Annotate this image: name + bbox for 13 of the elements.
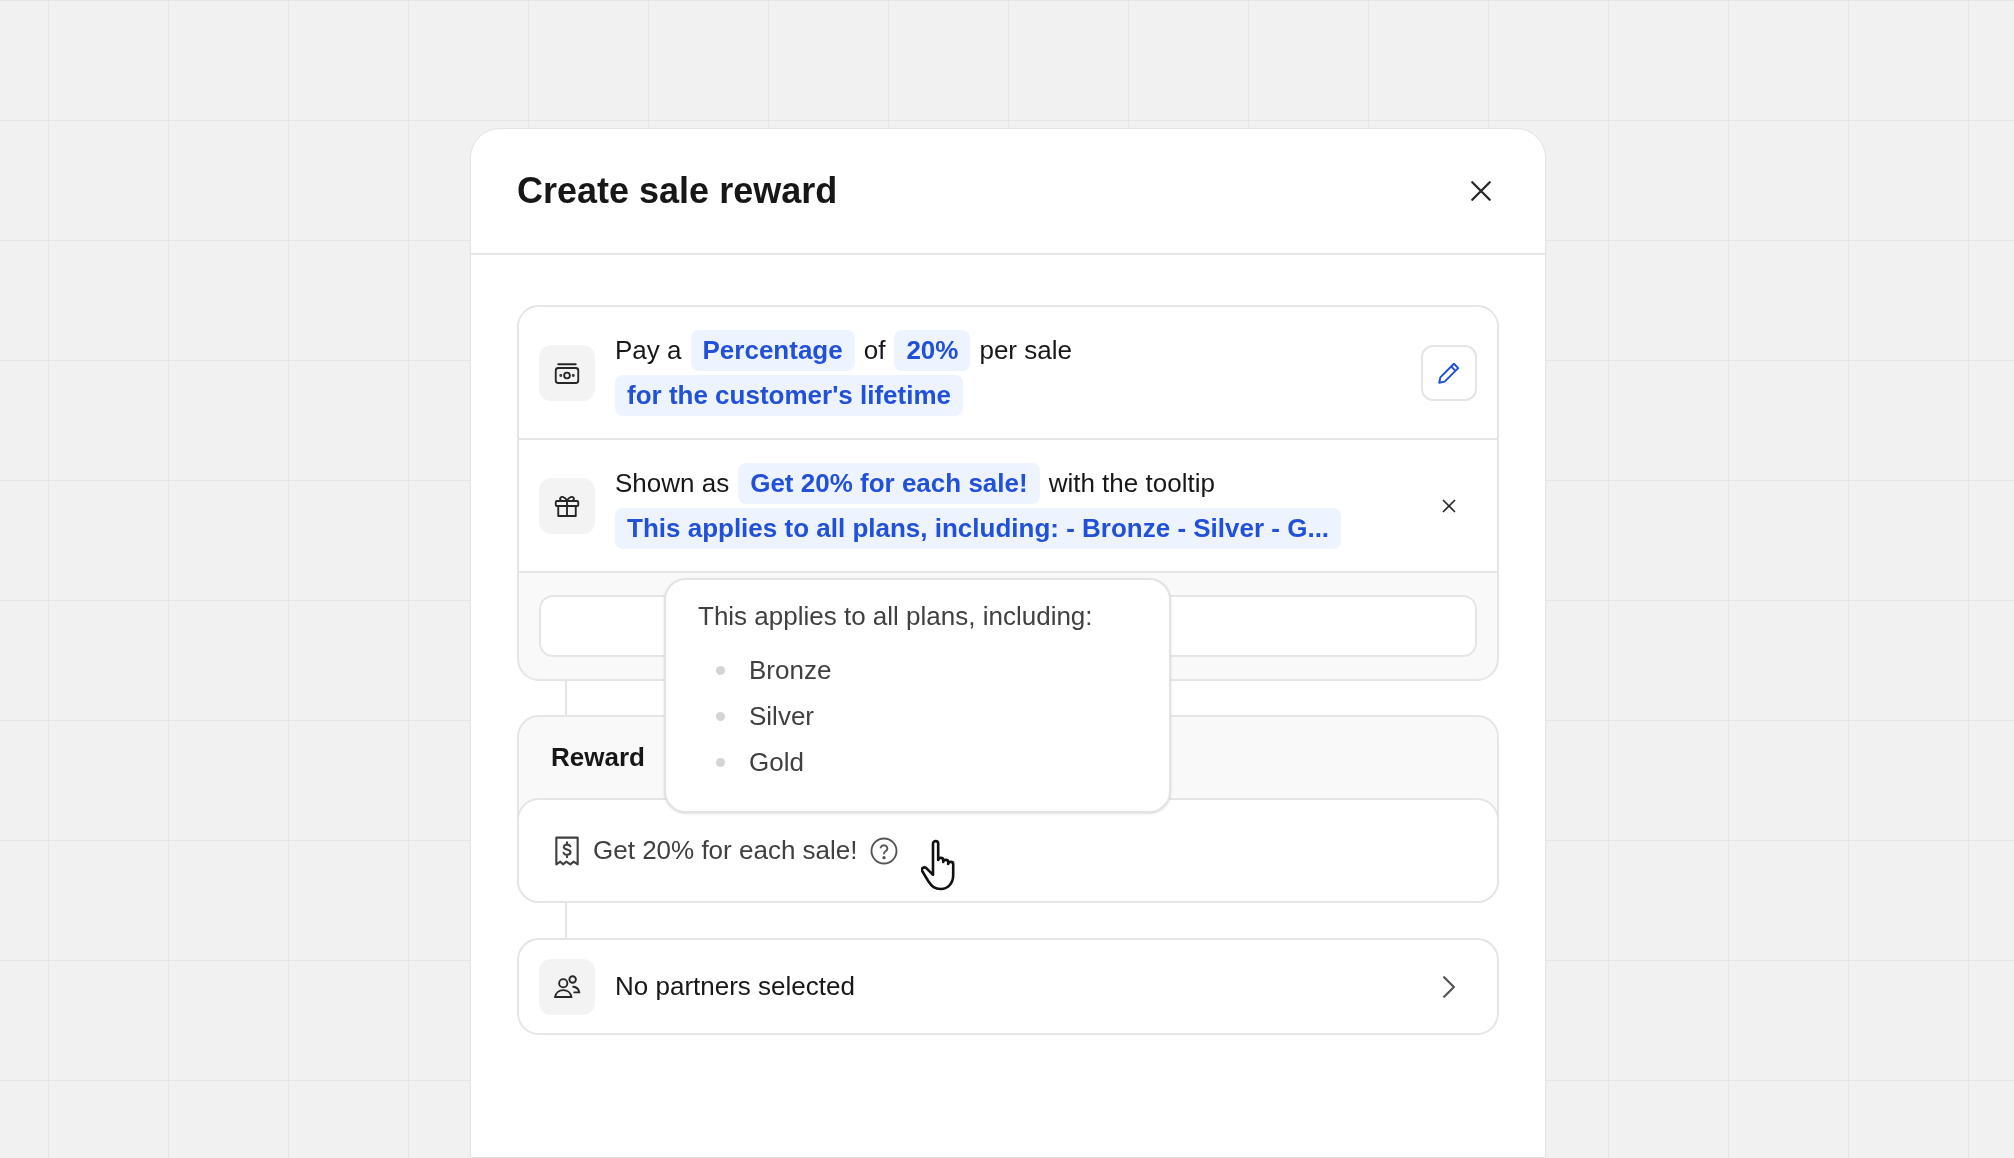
section-heading: Reward — [551, 741, 645, 774]
plan-item: Silver — [749, 699, 814, 733]
tooltip-title: This applies to all plans, including: — [698, 600, 1094, 633]
plan-item: Bronze — [749, 653, 832, 687]
sentence-text: with the tooltip — [1048, 466, 1215, 500]
partners-label: No partners selected — [615, 970, 856, 1003]
sentence-text: per sale — [979, 333, 1072, 367]
sentence-text: Pay a — [615, 333, 682, 367]
preview-label: Get 20% for each sale! — [593, 834, 858, 867]
sentence-text: Shown as — [615, 466, 730, 500]
dialog-title: Create sale reward — [517, 169, 838, 213]
plan-item: Gold — [749, 745, 804, 779]
sentence-text: of — [863, 333, 886, 367]
